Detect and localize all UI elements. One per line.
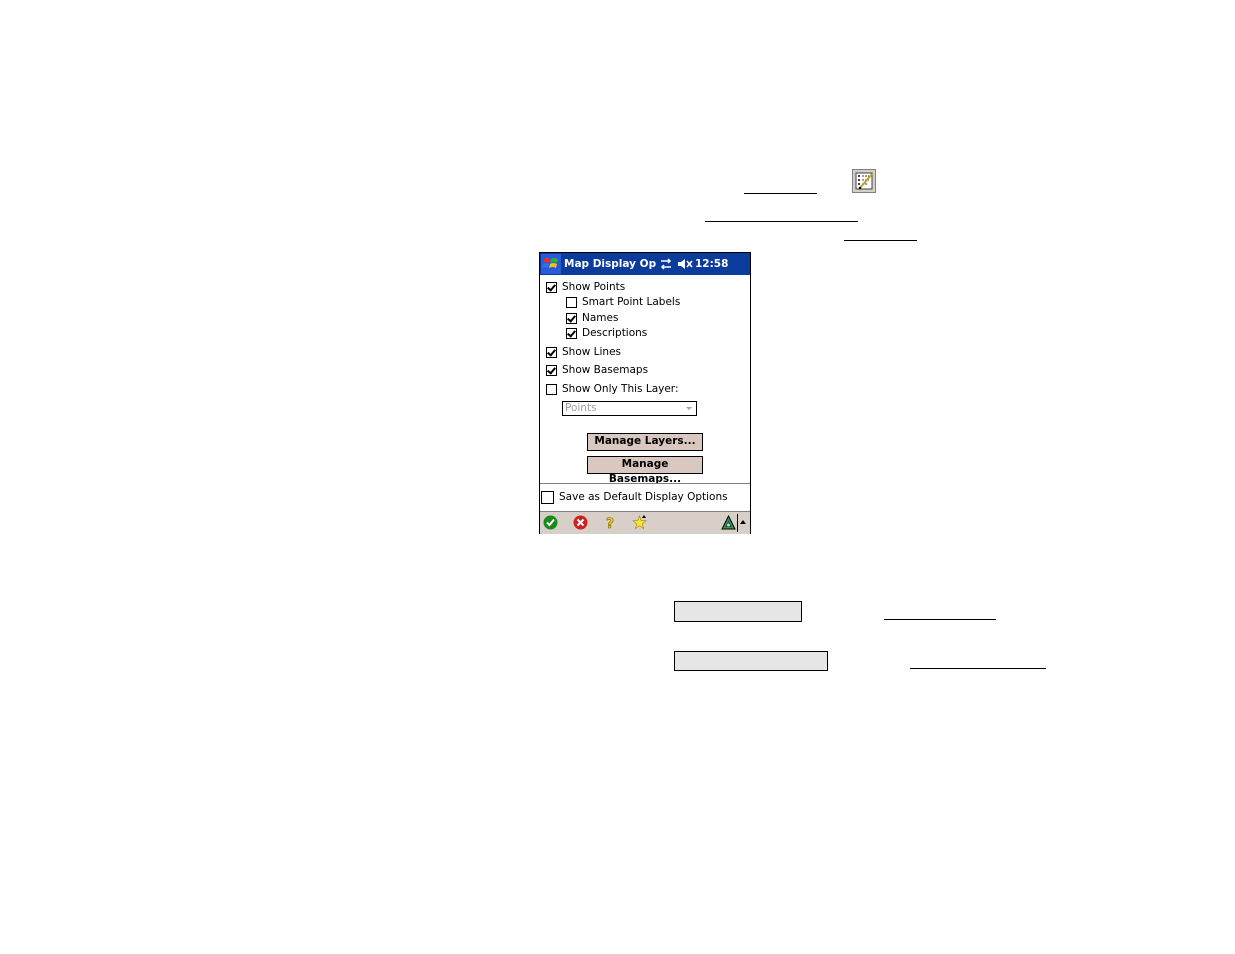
show-lines-option[interactable]: Show Lines bbox=[546, 345, 621, 359]
sip-up-arrow-icon[interactable] bbox=[740, 520, 746, 524]
bottom-toolbar: ? bbox=[540, 511, 750, 534]
display-options-tool-icon bbox=[852, 169, 876, 193]
window-title: Map Display Optio bbox=[564, 258, 656, 270]
descriptions-checkbox[interactable] bbox=[566, 327, 577, 339]
pocketpc-screen: Map Display Optio 12:58 Show Points Smar… bbox=[539, 252, 751, 534]
layer-select-value: Points bbox=[565, 402, 597, 414]
connectivity-icon[interactable] bbox=[659, 257, 673, 271]
smart-point-labels-label: Smart Point Labels bbox=[582, 296, 681, 308]
descriptions-option[interactable]: Descriptions bbox=[566, 326, 647, 340]
show-basemaps-checkbox[interactable] bbox=[546, 364, 557, 376]
show-lines-checkbox[interactable] bbox=[546, 346, 557, 358]
save-default-option[interactable]: Save as Default Display Options bbox=[541, 490, 728, 504]
doc-blank-line-1 bbox=[744, 193, 817, 194]
doc-blank-line-4 bbox=[884, 619, 996, 620]
doc-input-box-1 bbox=[674, 601, 802, 622]
ok-icon[interactable] bbox=[543, 515, 558, 530]
speaker-muted-icon[interactable] bbox=[677, 257, 693, 271]
show-only-this-layer-checkbox[interactable] bbox=[546, 383, 557, 395]
show-basemaps-label: Show Basemaps bbox=[562, 364, 649, 376]
manage-basemaps-button[interactable]: Manage Basemaps... bbox=[587, 456, 703, 485]
smart-point-labels-checkbox[interactable] bbox=[566, 296, 577, 308]
names-option[interactable]: Names bbox=[566, 311, 618, 325]
smart-point-labels-option[interactable]: Smart Point Labels bbox=[566, 295, 680, 309]
names-checkbox[interactable] bbox=[566, 312, 577, 324]
favorites-icon[interactable] bbox=[632, 515, 647, 530]
show-points-option[interactable]: Show Points bbox=[546, 280, 625, 294]
doc-blank-line-5 bbox=[910, 668, 1046, 669]
gps-status-icon[interactable] bbox=[721, 514, 736, 530]
divider bbox=[540, 483, 750, 484]
show-only-this-layer-option[interactable]: Show Only This Layer: bbox=[546, 382, 678, 396]
save-default-checkbox[interactable] bbox=[541, 490, 554, 504]
windows-start-icon[interactable] bbox=[541, 254, 561, 274]
show-basemaps-option[interactable]: Show Basemaps bbox=[546, 363, 648, 377]
toolbar-divider bbox=[737, 514, 738, 532]
descriptions-label: Descriptions bbox=[582, 327, 648, 339]
show-points-label: Show Points bbox=[562, 281, 626, 293]
manage-layers-button[interactable]: Manage Layers... bbox=[587, 433, 703, 451]
chevron-down-icon bbox=[686, 407, 692, 410]
title-bar: Map Display Optio 12:58 bbox=[540, 253, 750, 275]
save-default-label: Save as Default Display Options bbox=[559, 491, 728, 503]
clock[interactable]: 12:58 bbox=[695, 258, 728, 270]
doc-blank-line-2 bbox=[705, 221, 858, 222]
show-only-this-layer-label: Show Only This Layer: bbox=[562, 383, 679, 395]
help-icon[interactable]: ? bbox=[603, 515, 618, 533]
doc-blank-line-3 bbox=[844, 240, 917, 241]
doc-input-box-2 bbox=[674, 651, 828, 671]
cancel-icon[interactable] bbox=[573, 515, 588, 530]
layer-select[interactable]: Points bbox=[562, 401, 697, 416]
svg-text:?: ? bbox=[606, 516, 614, 530]
show-points-checkbox[interactable] bbox=[546, 281, 557, 293]
names-label: Names bbox=[582, 312, 619, 324]
show-lines-label: Show Lines bbox=[562, 346, 622, 358]
